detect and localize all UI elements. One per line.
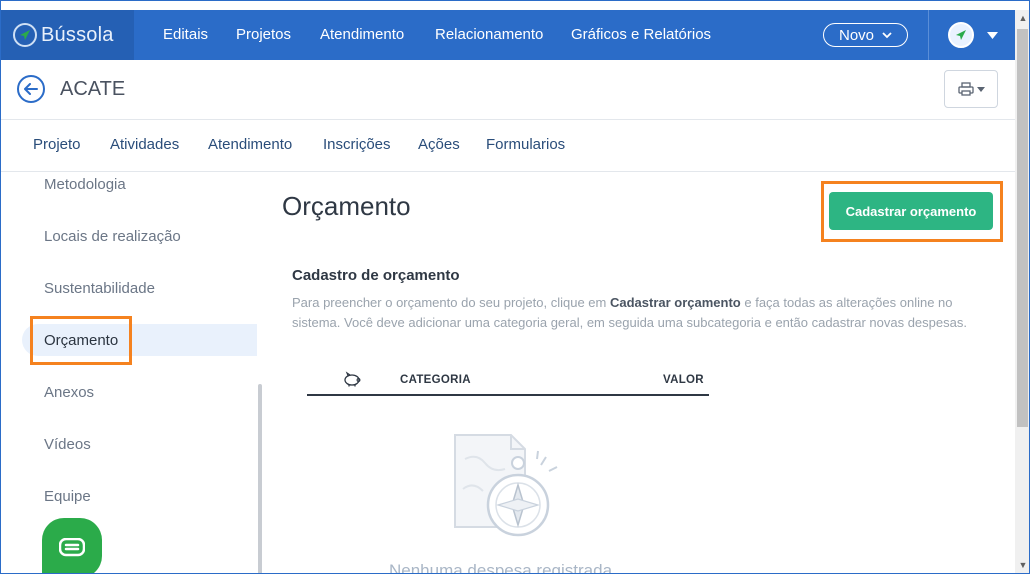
user-avatar[interactable] (948, 22, 974, 48)
compass-icon (956, 30, 966, 40)
new-button-label: Novo (838, 26, 875, 44)
logo[interactable]: Bússola (1, 10, 134, 60)
caret-down-icon (976, 86, 985, 92)
user-menu-caret-icon[interactable] (987, 10, 998, 60)
chat-icon (59, 538, 85, 557)
compass-logo-icon (13, 23, 37, 47)
sidebar-item-videos[interactable]: Vídeos (44, 436, 91, 453)
nav-divider (928, 10, 929, 60)
section-title: Cadastro de orçamento (292, 267, 460, 284)
chevron-down-icon (882, 31, 892, 38)
sidebar-item-locais[interactable]: Locais de realização (44, 228, 181, 245)
page-title: Orçamento (282, 191, 411, 221)
tab-inscricoes[interactable]: Inscrições (323, 136, 391, 153)
column-header-categoria: CATEGORIA (400, 374, 471, 386)
top-navbar: Bússola Editais Projetos Atendimento Rel… (1, 10, 1015, 60)
browser-window: Bússola Editais Projetos Atendimento Rel… (0, 0, 1030, 574)
nav-relacionamento[interactable]: Relacionamento (435, 10, 543, 60)
logo-text: Bússola (41, 23, 114, 46)
sidebar-item-sustentabilidade[interactable]: Sustentabilidade (44, 280, 155, 297)
highlight-box-cadastrar (821, 181, 1003, 242)
nav-atendimento[interactable]: Atendimento (320, 10, 404, 60)
tab-formularios[interactable]: Formularios (486, 136, 565, 153)
print-button[interactable] (944, 70, 998, 108)
header-divider (1, 119, 1015, 120)
nav-graficos-relatorios[interactable]: Gráficos e Relatórios (571, 10, 711, 60)
column-header-valor: VALOR (663, 374, 704, 386)
piggy-bank-icon (344, 371, 361, 387)
table-header-divider (307, 394, 709, 396)
back-button[interactable] (17, 75, 45, 103)
sidebar-item-equipe[interactable]: Equipe (44, 488, 91, 505)
tab-atendimento[interactable]: Atendimento (208, 136, 292, 153)
page-scrollbar-thumb[interactable] (1017, 29, 1028, 427)
empty-state-text: Nenhuma despesa registrada (389, 561, 613, 574)
tab-atividades[interactable]: Atividades (110, 136, 179, 153)
tab-projeto[interactable]: Projeto (33, 136, 81, 153)
empty-state-compass-map-icon (454, 434, 558, 537)
new-button[interactable]: Novo (823, 23, 908, 47)
scroll-down-arrow-icon[interactable]: ▼ (1017, 559, 1029, 571)
highlight-box-orcamento (30, 316, 132, 365)
sidebar-item-anexos[interactable]: Anexos (44, 384, 94, 401)
chat-button[interactable] (42, 518, 102, 573)
scroll-up-arrow-icon[interactable]: ▲ (1017, 12, 1029, 24)
sidebar-scrollbar[interactable] (258, 384, 262, 573)
sidebar-item-metodologia[interactable]: Metodologia (44, 176, 126, 193)
tabs-divider (1, 171, 1015, 172)
section-description: Para preencher o orçamento do seu projet… (292, 295, 967, 330)
tab-acoes[interactable]: Ações (418, 136, 460, 153)
arrow-left-icon (24, 83, 38, 95)
nav-editais[interactable]: Editais (163, 10, 208, 60)
nav-projetos[interactable]: Projetos (236, 10, 291, 60)
printer-icon (957, 82, 974, 96)
project-title: ACATE (60, 78, 126, 100)
